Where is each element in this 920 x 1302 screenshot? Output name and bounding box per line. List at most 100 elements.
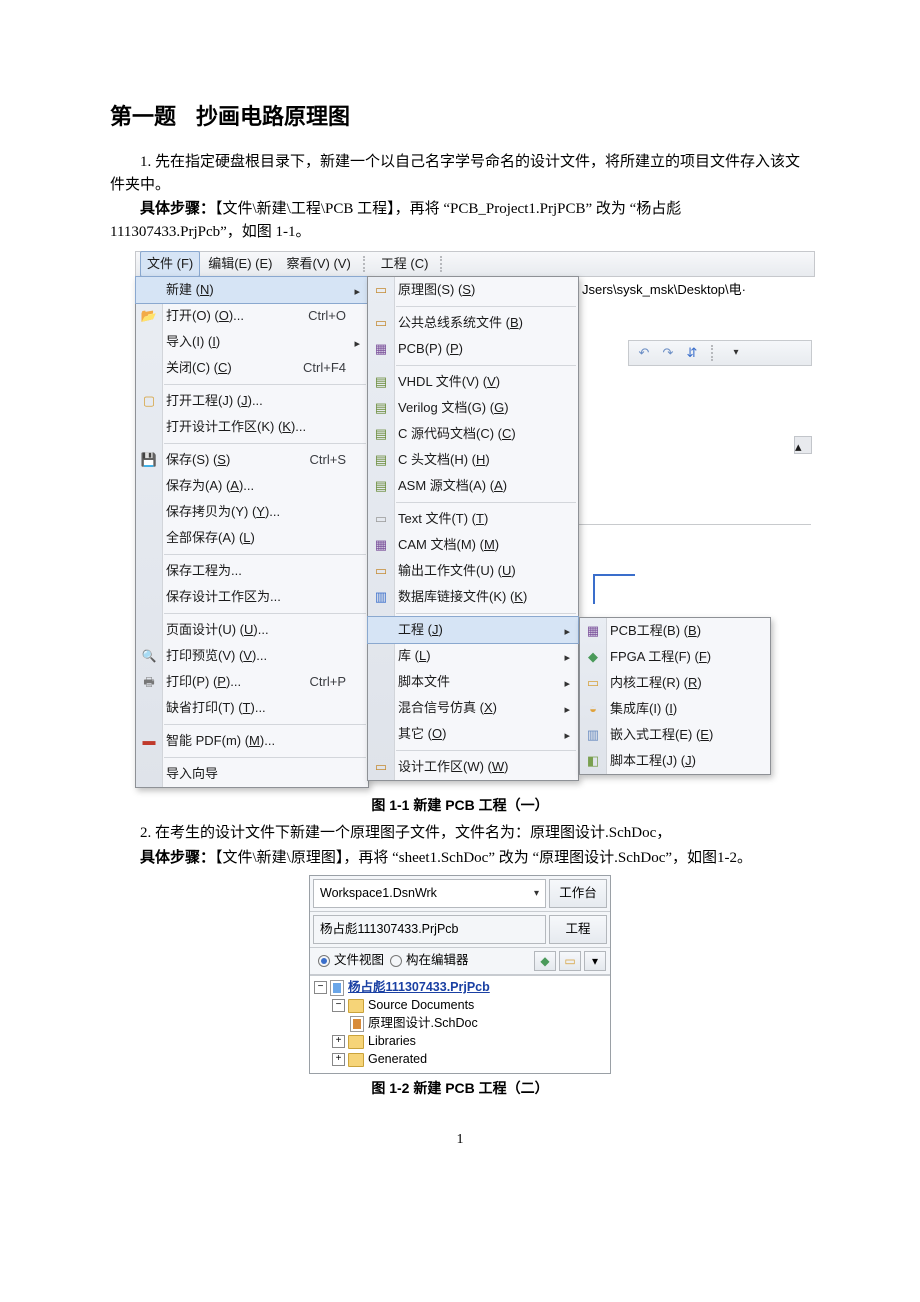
step2-text: 2. 在考生的设计文件下新建一个原理图子文件，文件名为：原理图设计.SchDoc… [110,822,810,845]
menu-item-label: 混合信号仿真 (X) [398,698,556,718]
file-menu-item[interactable]: 打开工程(J) (J)... [136,388,368,414]
file-menu-item[interactable]: 全部保存(A) (L) [136,525,368,551]
new-menu-item[interactable]: 脚本文件▸ [368,669,578,695]
tree-schematic-doc[interactable]: 原理图设计.SchDoc [310,1015,610,1033]
project-field[interactable]: 杨占彪111307433.PrjPcb [313,915,546,944]
menu-separator [164,724,366,725]
new-menu-item[interactable]: Text 文件(T) (T) [368,506,578,532]
project-menu-item[interactable]: 集成库(I) (I) [580,696,770,722]
menu-item-label: 输出工作文件(U) (U) [398,561,556,581]
workspace-button[interactable]: 工作台 [549,879,607,908]
new-menu-item[interactable]: Verilog 文档(G) (G) [368,395,578,421]
workspace-combo-value: Workspace1.DsnWrk [320,884,437,903]
menu-item-label: PCB工程(B) (B) [610,621,748,641]
undo-icon[interactable]: ↶ [635,344,653,362]
submenu-arrow-icon: ▸ [564,676,570,693]
toolbar-grip-icon [711,345,717,361]
new-menu-item[interactable]: 数据库链接文件(K) (K) [368,584,578,610]
new-menu-item[interactable]: 设计工作区(W) (W) [368,754,578,780]
menu-edit[interactable]: 编辑(E) (E) [202,252,278,276]
new-menu-item[interactable]: 其它 (O)▸ [368,721,578,747]
panel-icon-button[interactable]: ◆ [534,951,556,971]
struct-editor-radio[interactable] [390,955,402,967]
intlib-icon [585,701,601,717]
new-menu-item[interactable]: 原理图(S) (S) [368,277,578,303]
panel-icon-button[interactable]: ▭ [559,951,581,971]
toolbar-fragment: ↶ ↷ ⇵ ▾ [628,340,812,366]
new-menu-item[interactable]: C 头文档(H) (H) [368,447,578,473]
menu-item-label: 打开(O) (O)... [166,306,278,326]
sort-icon[interactable]: ⇵ [683,344,701,362]
file-view-label: 文件视图 [334,951,384,970]
file-menu-item[interactable]: 保存设计工作区为... [136,584,368,610]
file-view-radio[interactable] [318,955,330,967]
file-menu-item[interactable]: 打印预览(V) (V)... [136,643,368,669]
project-menu-item[interactable]: PCB工程(B) (B) [580,618,770,644]
project-menu-item[interactable]: 嵌入式工程(E) (E) [580,722,770,748]
db-icon [373,589,389,605]
tree-expand-icon[interactable]: + [332,1053,345,1066]
new-menu-item[interactable]: 工程 (J)▸ [367,616,579,644]
project-menu-item[interactable]: 内核工程(R) (R) [580,670,770,696]
menu-item-label: ASM 源文档(A) (A) [398,476,556,496]
menu-item-label: 工程 (J) [398,620,556,640]
project-menu-item[interactable]: FPGA 工程(F) (F) [580,644,770,670]
tree-collapse-icon[interactable]: − [332,999,345,1012]
file-menu-item[interactable]: 打开(O) (O)...Ctrl+O [136,303,368,329]
file-menu-item[interactable]: 导入(I) (I)▸ [136,329,368,355]
project-button[interactable]: 工程 [549,915,607,944]
tree-root[interactable]: − 杨占彪111307433.PrjPcb [310,979,610,997]
figure-1-1-caption: 图 1-1 新建 PCB 工程（一） [110,795,810,816]
new-menu-item[interactable]: VHDL 文件(V) (V) [368,369,578,395]
project-field-value: 杨占彪111307433.PrjPcb [320,920,459,939]
panel-more-button[interactable]: ▾ [584,951,606,971]
submenu-arrow-icon: ▸ [564,728,570,745]
file-menu-item[interactable]: 保存(S) (S)Ctrl+S [136,447,368,473]
path-fragment-label: Jsers\sysk_msk\Desktop\电· [580,276,812,304]
figure-1-1: 文件 (F) 编辑(E) (E) 察看(V) (V) 工程 (C) Jsers\… [135,251,815,791]
sheet-icon [373,563,389,579]
menu-project[interactable]: 工程 (C) [375,252,435,276]
menu-file[interactable]: 文件 (F) [140,251,200,277]
new-menu-item[interactable]: 输出工作文件(U) (U) [368,558,578,584]
file-menu-item[interactable]: 保存工程为... [136,558,368,584]
file-menu-item[interactable]: 导入向导 [136,761,368,787]
menu-item-label: 新建 (N) [166,280,346,300]
file-menu-item[interactable]: 新建 (N)▸ [135,276,369,304]
menu-item-label: 数据库链接文件(K) (K) [398,587,556,607]
menu-item-label: 智能 PDF(m) (M)... [166,731,346,751]
scroll-up-icon[interactable]: ▴ [794,436,812,454]
menu-item-label: 嵌入式工程(E) (E) [610,725,748,745]
schematic-file-icon [350,1016,364,1032]
folder-icon [348,1053,364,1067]
new-menu-item[interactable]: PCB(P) (P) [368,336,578,362]
new-menu-item[interactable]: CAM 文档(M) (M) [368,532,578,558]
tree-source-folder[interactable]: − Source Documents [310,997,610,1015]
new-menu-item[interactable]: ASM 源文档(A) (A) [368,473,578,499]
tree-collapse-icon[interactable]: − [314,981,327,994]
menu-item-label: 导入向导 [166,764,346,784]
new-menu-item[interactable]: 库 (L)▸ [368,643,578,669]
new-menu-item[interactable]: 混合信号仿真 (X)▸ [368,695,578,721]
file-menu-item[interactable]: 保存拷贝为(Y) (Y)... [136,499,368,525]
tree-expand-icon[interactable]: + [332,1035,345,1048]
dropdown-icon[interactable]: ▾ [727,344,745,362]
project-menu-item[interactable]: 脚本工程(J) (J) [580,748,770,774]
file-menu-item[interactable]: 缺省打印(T) (T)... [136,695,368,721]
tree-libraries[interactable]: + Libraries [310,1033,610,1051]
new-menu-item[interactable]: 公共总线系统文件 (B) [368,310,578,336]
redo-icon[interactable]: ↷ [659,344,677,362]
file-menu-item[interactable]: 智能 PDF(m) (M)... [136,728,368,754]
file-menu-item[interactable]: 保存为(A) (A)... [136,473,368,499]
code-icon [373,400,389,416]
file-menu-item[interactable]: 打印(P) (P)...Ctrl+P [136,669,368,695]
file-menu-item[interactable]: 页面设计(U) (U)... [136,617,368,643]
new-menu-item[interactable]: C 源代码文档(C) (C) [368,421,578,447]
file-menu-item[interactable]: 打开设计工作区(K) (K)... [136,414,368,440]
tree-generated[interactable]: + Generated [310,1051,610,1069]
menu-view[interactable]: 察看(V) (V) [281,252,357,276]
menu-item-label: 导入(I) (I) [166,332,346,352]
file-menu-item[interactable]: 关闭(C) (C)Ctrl+F4 [136,355,368,381]
open-icon [141,308,157,324]
workspace-combo[interactable]: Workspace1.DsnWrk ▾ [313,879,546,908]
